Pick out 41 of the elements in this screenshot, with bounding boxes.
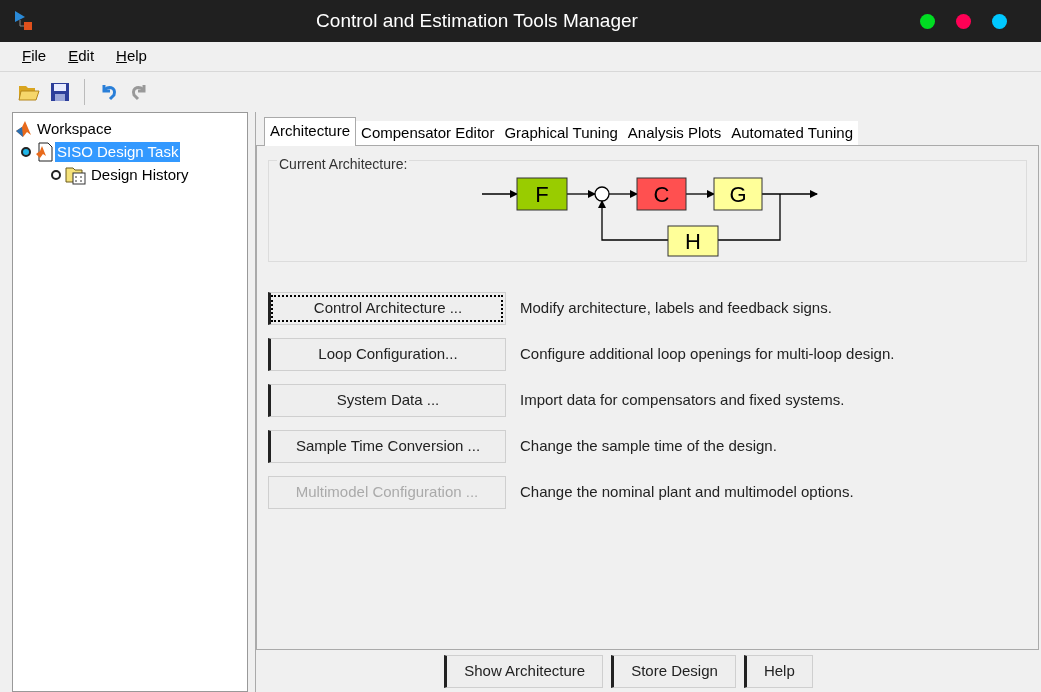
tree-item[interactable]: Design History <box>89 164 191 185</box>
tab[interactable]: Automated Tuning <box>726 121 858 145</box>
footer-button[interactable]: Help <box>743 654 813 688</box>
save-icon[interactable] <box>50 82 70 102</box>
menu-item[interactable]: File <box>22 45 47 68</box>
matlab-logo-icon <box>15 119 33 138</box>
document-icon <box>35 141 53 162</box>
action-button[interactable]: System Data ... <box>268 384 506 417</box>
diagram-block: G <box>713 177 763 211</box>
action-description: Change the sample time of the design. <box>520 436 777 457</box>
signal-arrow <box>685 190 715 198</box>
folder-icon <box>65 164 87 185</box>
tab[interactable]: Graphical Tuning <box>499 121 623 145</box>
footer-button[interactable]: Store Design <box>611 654 736 688</box>
action-button[interactable]: Loop Configuration... <box>268 338 506 371</box>
action-button[interactable]: Sample Time Conversion ... <box>268 430 506 463</box>
footer-button[interactable]: Show Architecture <box>444 654 604 688</box>
diagram-block: C <box>636 177 687 211</box>
tree-node-handle[interactable] <box>21 146 31 157</box>
tab[interactable]: Architecture <box>264 117 357 146</box>
tab[interactable]: Analysis Plots <box>622 121 727 145</box>
diagram-block: F <box>516 177 568 211</box>
diagram-block: H <box>667 225 719 257</box>
signal-arrow <box>481 190 518 198</box>
window-title: Control and Estimation Tools Manager <box>315 8 639 33</box>
tree-node-handle[interactable] <box>51 169 61 180</box>
tab[interactable]: Compensator Editor <box>356 121 500 145</box>
feedback-arrow <box>598 200 669 241</box>
action-description: Change the nominal plant and multimodel options. <box>520 482 854 503</box>
signal-arrow <box>608 190 638 198</box>
action-description: Modify architecture, labels and feedback signs. <box>520 298 832 319</box>
app-icon <box>14 10 34 32</box>
summing-junction <box>594 186 610 202</box>
signal-arrow <box>761 190 818 198</box>
menu-item[interactable]: Help <box>116 45 147 68</box>
tree-item[interactable]: Workspace <box>35 118 114 139</box>
action-button[interactable]: Control Architecture ... <box>268 292 506 325</box>
signal-arrow <box>566 190 596 198</box>
menu-item[interactable]: Edit <box>68 45 95 68</box>
action-description: Import data for compensators and fixed systems. <box>520 390 845 411</box>
action-description: Configure additional loop openings for multi-loop design. <box>520 344 895 365</box>
